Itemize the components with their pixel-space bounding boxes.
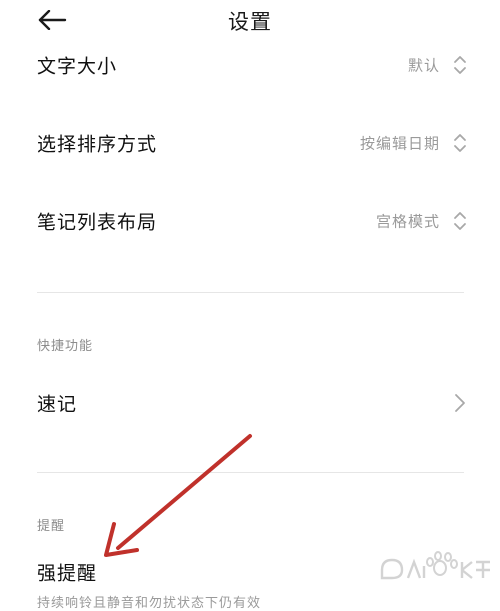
annotation-arrow [104,434,252,557]
strong-reminder-label: 强提醒 [37,562,98,585]
sort-order-label: 选择排序方式 [37,133,158,156]
chevron-right-icon [455,394,465,412]
up-down-chevron-icon [454,212,466,230]
font-size-label: 文字大小 [37,55,118,78]
up-down-chevron-icon [454,56,466,74]
layout-value: 宫格模式 [375,212,440,231]
sort-order-value: 按编辑日期 [359,134,440,153]
quick-note-label: 速记 [37,393,78,416]
strong-reminder-row[interactable]: 强提醒 [0,552,500,592]
section-divider [37,292,464,293]
font-size-row[interactable]: 文字大小 默认 [0,40,500,90]
section-divider [37,472,464,473]
section-header-reminders: 提醒 [37,519,66,534]
top-bar: 设置 [0,0,500,40]
layout-row[interactable]: 笔记列表布局 宫格模式 [0,196,500,246]
page-title: 设置 [228,10,272,34]
section-header-shortcuts: 快捷功能 [37,339,94,354]
up-down-chevron-icon [454,134,466,152]
quick-note-row[interactable]: 速记 [0,378,500,428]
sort-order-row[interactable]: 选择排序方式 按编辑日期 [0,118,500,168]
layout-label: 笔记列表布局 [37,211,158,234]
strong-reminder-description: 持续响铃且静音和勿扰状态下仍有效 [37,596,262,611]
font-size-value: 默认 [407,56,440,75]
